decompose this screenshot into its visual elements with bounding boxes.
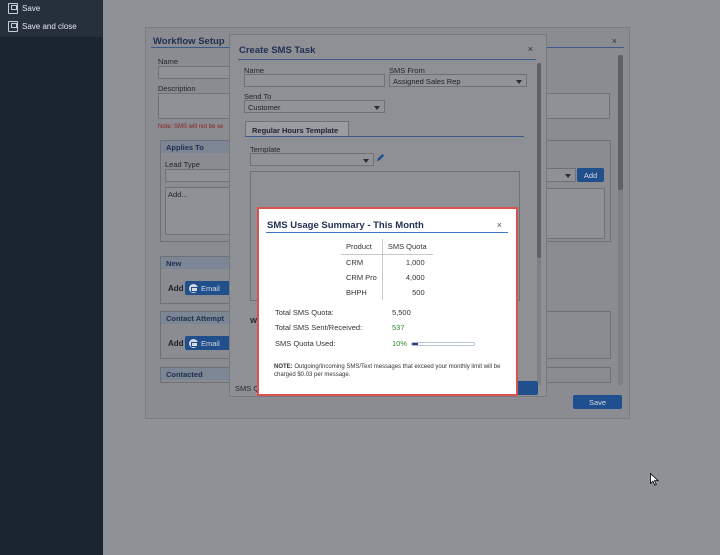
save-close-icon <box>8 20 18 32</box>
email-icon <box>189 283 198 293</box>
total-sent-value: 537 <box>392 323 405 332</box>
quota-cell: 1,000 <box>381 254 433 270</box>
sidebar-item-label: Save <box>22 3 41 13</box>
table-row: CRM Pro 4,000 <box>341 270 433 285</box>
name-label: Name <box>158 57 179 66</box>
save-icon <box>8 2 18 14</box>
sms-task-scrollbar[interactable] <box>537 63 541 385</box>
section-header: Contact Attempt <box>161 312 238 324</box>
add-label: Add <box>168 339 184 348</box>
sms-from-select[interactable]: Assigned Sales Rep <box>389 74 527 87</box>
tab-divider <box>245 136 524 137</box>
note-label: NOTE: <box>274 364 293 370</box>
section-header: Applies To <box>161 141 238 153</box>
workflow-title: Workflow Setup <box>153 36 225 47</box>
workflow-description-field[interactable] <box>158 93 230 119</box>
sms-usage-summary-dialog: SMS Usage Summary - This Month × Product… <box>257 207 518 396</box>
table-row: CRM 1,000 <box>341 254 433 270</box>
quota-cell: 4,000 <box>381 270 433 285</box>
quota-used-progress-bar <box>411 342 475 346</box>
product-cell: CRM Pro <box>346 273 377 282</box>
dialog-title: SMS Usage Summary - This Month <box>267 220 424 231</box>
add-placeholder: Add... <box>168 190 188 199</box>
lead-type-select[interactable] <box>165 169 235 182</box>
quota-table: Product SMS Quota CRM 1,000 CRM Pro 4,00… <box>341 239 433 300</box>
sidebar-item-label: Save and close <box>22 21 77 31</box>
note-text: Outgoing/Incoming SMS/Text messages that… <box>274 364 501 378</box>
sms-from-value: Assigned Sales Rep <box>393 77 461 86</box>
total-quota-label: Total SMS Quota: <box>275 308 334 317</box>
quota-used-label: SMS Quota Used: <box>275 339 336 348</box>
email-button[interactable]: Email <box>185 336 233 350</box>
close-icon[interactable]: × <box>528 44 533 54</box>
email-icon <box>189 338 198 348</box>
contact-attempt-section-right <box>543 311 611 359</box>
column-header-sms-quota: SMS Quota <box>381 239 433 255</box>
left-sidebar: Save Save and close <box>0 0 103 555</box>
lead-type-label: Lead Type <box>165 160 200 169</box>
applies-to-section-right <box>543 140 611 242</box>
sms-note: Note: SMS will not be se <box>158 124 224 130</box>
add-label: Add <box>168 284 184 293</box>
email-button-label: Email <box>201 283 220 293</box>
total-sent-label: Total SMS Sent/Received: <box>275 323 363 332</box>
email-button-label: Email <box>201 338 220 348</box>
template-select[interactable] <box>250 153 374 166</box>
quota-cell: 500 <box>381 285 433 300</box>
contacted-section-right <box>543 367 611 383</box>
overage-note: NOTE: Outgoing/Incoming SMS/Text message… <box>274 363 504 379</box>
contact-attempt-section: Contact Attempt <box>160 311 239 359</box>
workflow-scrollbar[interactable] <box>618 55 623 385</box>
mouse-cursor-icon <box>650 473 660 486</box>
product-cell: CRM <box>346 258 364 267</box>
workflow-description-field-right[interactable] <box>546 93 610 119</box>
contacted-section: Contacted <box>160 367 239 383</box>
column-header-product: Product <box>341 239 383 255</box>
sms-task-name-field[interactable] <box>244 74 385 87</box>
table-row: BHPH 500 <box>341 285 433 300</box>
progress-fill <box>412 343 419 345</box>
pencil-icon[interactable] <box>376 153 385 162</box>
chevron-down-icon <box>363 159 369 163</box>
workflow-name-field[interactable] <box>158 66 230 79</box>
tab-regular-hours-template[interactable]: Regular Hours Template <box>245 121 349 137</box>
title-divider <box>238 59 536 60</box>
chevron-down-icon <box>374 106 380 110</box>
quota-used-value: 10% <box>392 339 408 348</box>
section-header: Contacted <box>161 368 238 380</box>
description-label: Description <box>158 84 196 93</box>
dialog-body: SMS Usage Summary - This Month × Product… <box>261 211 514 392</box>
sidebar-item-save-and-close[interactable]: Save and close <box>8 19 77 33</box>
sms-task-title: Create SMS Task <box>239 45 316 56</box>
chevron-down-icon <box>516 80 522 84</box>
new-section: New <box>160 256 239 304</box>
save-button[interactable]: Save <box>573 395 622 409</box>
close-icon[interactable]: × <box>612 36 617 46</box>
product-cell: BHPH <box>346 288 367 297</box>
total-quota-value: 5,500 <box>392 308 411 317</box>
sms-quota-footer-label: SMS Q <box>235 384 260 393</box>
email-button[interactable]: Email <box>185 281 233 295</box>
send-to-select[interactable]: Customer <box>244 100 385 113</box>
sidebar-item-save[interactable]: Save <box>8 1 40 15</box>
section-header: New <box>161 257 238 269</box>
close-icon[interactable]: × <box>497 220 502 230</box>
send-to-value: Customer <box>248 103 281 112</box>
title-divider <box>266 232 508 233</box>
